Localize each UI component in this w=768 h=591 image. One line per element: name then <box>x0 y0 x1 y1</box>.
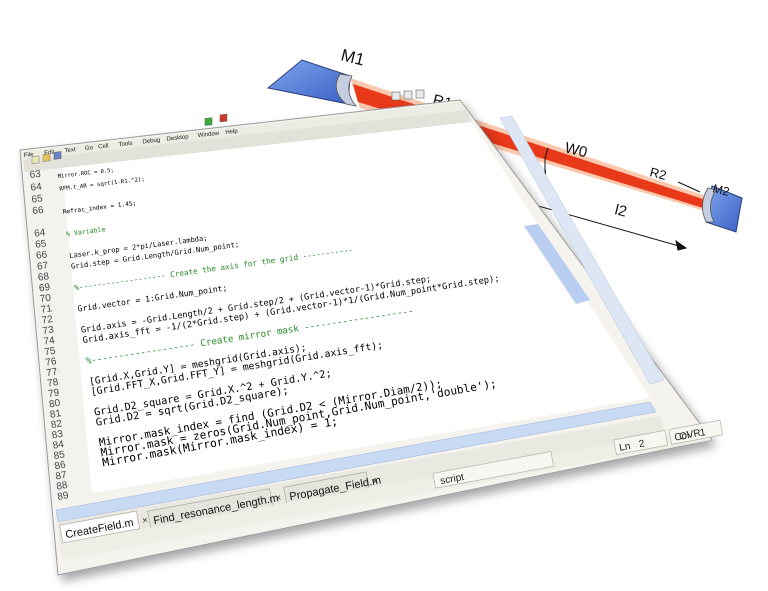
menu-item-go[interactable]: Go <box>85 145 94 152</box>
line-number: 65 <box>31 193 44 205</box>
breakpoint-icon[interactable] <box>219 113 228 123</box>
new-file-icon[interactable] <box>31 155 40 164</box>
line-number: 66 <box>32 205 45 217</box>
menu-item-cell[interactable]: Cell <box>98 143 109 150</box>
maximize-icon[interactable] <box>403 90 413 100</box>
editor-window: File Edit Text Go Cell Tools Debug Desktop Windo… <box>19 89 724 576</box>
line-number: 64 <box>30 181 43 193</box>
status-ln-label: Ln <box>618 441 631 454</box>
close-icon[interactable] <box>415 89 425 99</box>
window-controls <box>391 89 425 101</box>
line-number: 63 <box>29 169 42 181</box>
minimize-icon[interactable] <box>391 91 401 101</box>
run-icon[interactable] <box>204 117 213 126</box>
open-folder-icon[interactable] <box>42 153 51 162</box>
save-icon[interactable] <box>53 151 62 160</box>
menu-item-text[interactable]: Text <box>64 147 76 154</box>
